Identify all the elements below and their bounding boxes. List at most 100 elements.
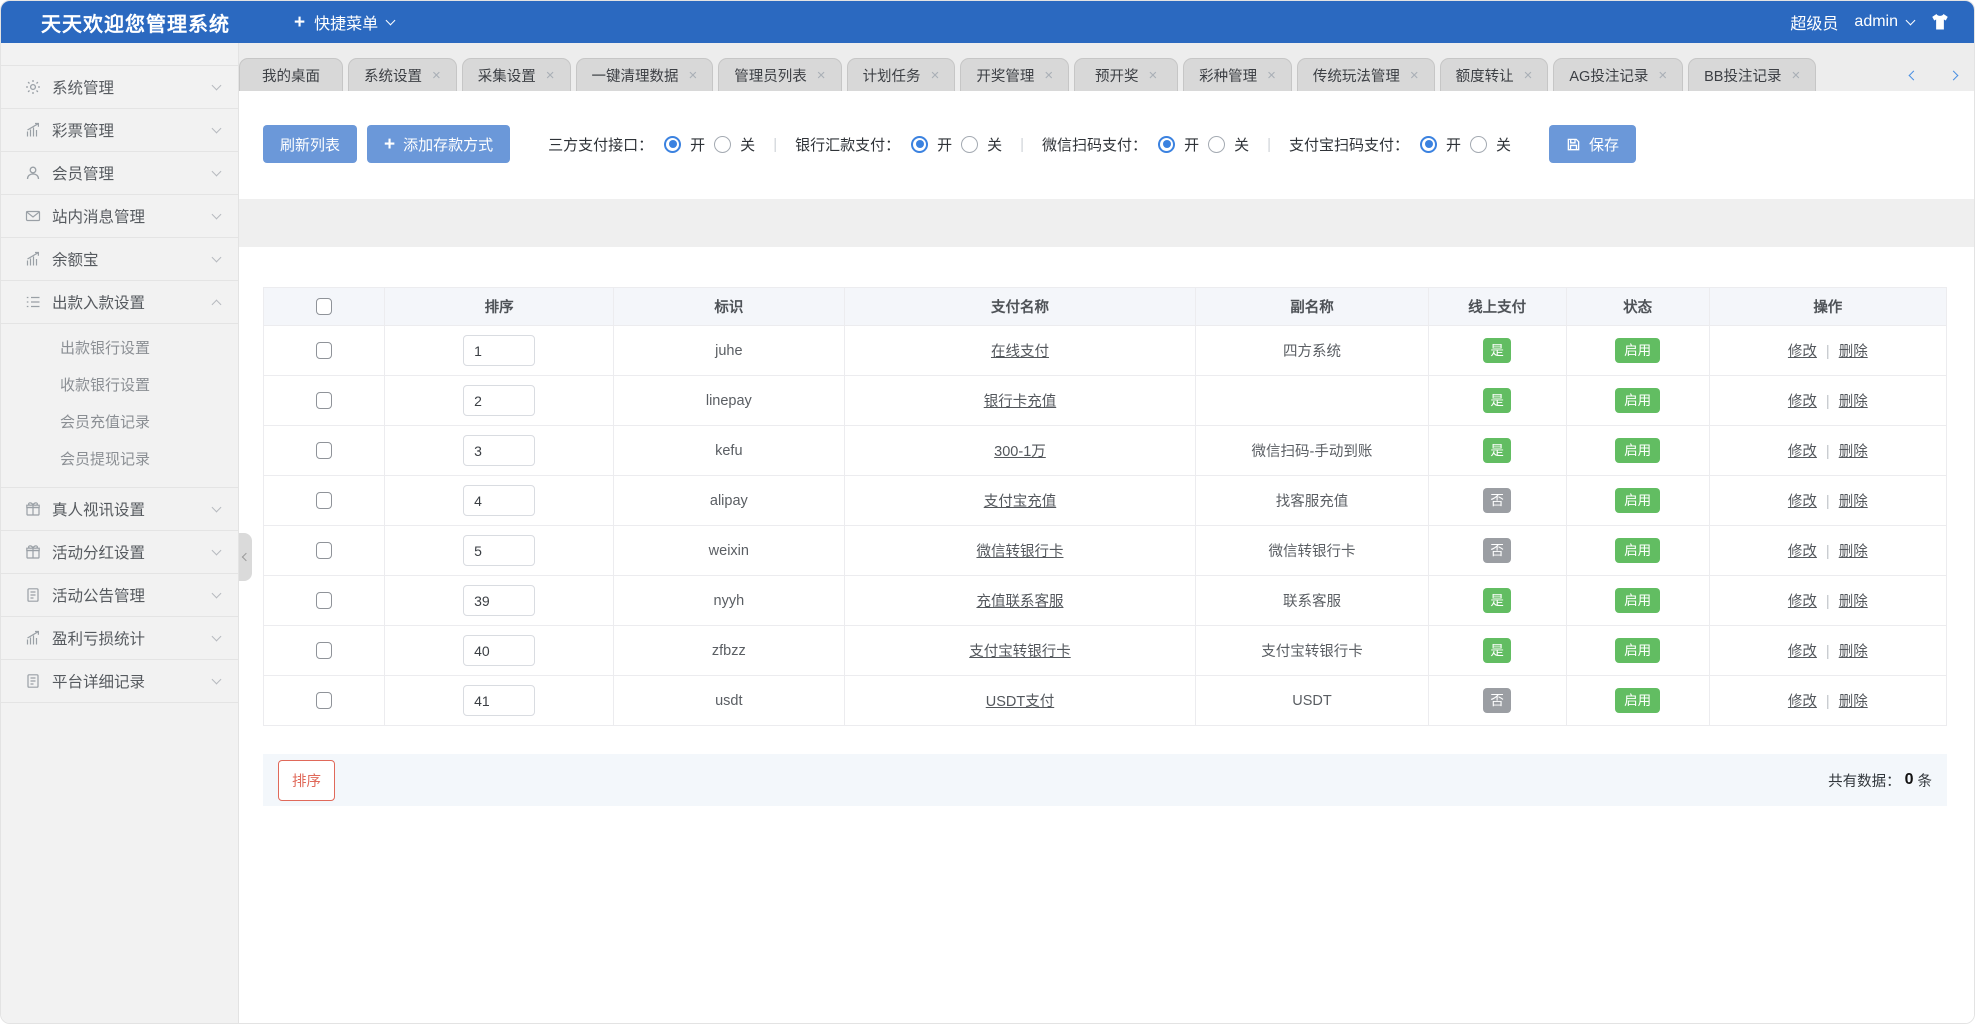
radio-on[interactable] xyxy=(1158,136,1175,153)
sort-input[interactable] xyxy=(463,335,535,366)
tab-close-icon[interactable]: × xyxy=(1410,68,1419,83)
sidebar-subitem[interactable]: 收款银行设置 xyxy=(1,366,238,403)
row-checkbox[interactable] xyxy=(316,542,332,559)
delete-link[interactable]: 删除 xyxy=(1839,394,1868,410)
quick-menu-button[interactable]: + 快捷菜单 xyxy=(294,10,394,34)
row-checkbox[interactable] xyxy=(316,342,332,359)
sidebar-item[interactable]: 出款入款设置 xyxy=(1,281,238,324)
tab[interactable]: 系统设置× xyxy=(348,58,457,91)
add-deposit-method-button[interactable]: + 添加存款方式 xyxy=(367,125,510,163)
row-checkbox[interactable] xyxy=(316,492,332,509)
tab[interactable]: 彩种管理× xyxy=(1183,58,1292,91)
sidebar-item[interactable]: 站内消息管理 xyxy=(1,195,238,238)
sidebar-subitem[interactable]: 出款银行设置 xyxy=(1,329,238,366)
tab[interactable]: 开奖管理× xyxy=(960,58,1069,91)
tab[interactable]: AG投注记录× xyxy=(1553,58,1683,91)
refresh-list-button[interactable]: 刷新列表 xyxy=(263,125,357,163)
sidebar-subitem[interactable]: 会员充值记录 xyxy=(1,403,238,440)
radio-on[interactable] xyxy=(1420,136,1437,153)
radio-off[interactable] xyxy=(1208,136,1225,153)
row-checkbox[interactable] xyxy=(316,692,332,709)
sort-input[interactable] xyxy=(463,635,535,666)
tab[interactable]: 管理员列表× xyxy=(718,58,841,91)
tab[interactable]: 传统玩法管理× xyxy=(1297,58,1435,91)
radio-on[interactable] xyxy=(664,136,681,153)
sort-input[interactable] xyxy=(463,385,535,416)
sort-button[interactable]: 排序 xyxy=(278,760,335,801)
row-checkbox[interactable] xyxy=(316,642,332,659)
sidebar-subitem[interactable]: 会员提现记录 xyxy=(1,440,238,477)
sort-input[interactable] xyxy=(463,485,535,516)
pay-name-link[interactable]: 银行卡充值 xyxy=(984,394,1057,410)
edit-link[interactable]: 修改 xyxy=(1788,644,1817,660)
sidebar-item[interactable]: 彩票管理 xyxy=(1,109,238,152)
sidebar-item[interactable]: 真人视讯设置 xyxy=(1,488,238,531)
edit-link[interactable]: 修改 xyxy=(1788,544,1817,560)
sidebar-item[interactable]: 会员管理 xyxy=(1,152,238,195)
sort-input[interactable] xyxy=(463,435,535,466)
delete-link[interactable]: 删除 xyxy=(1839,544,1868,560)
sidebar-item[interactable]: 系统管理 xyxy=(1,66,238,109)
pay-name-link[interactable]: 支付宝充值 xyxy=(984,494,1057,510)
tab-close-icon[interactable]: × xyxy=(817,68,826,83)
pay-name-link[interactable]: 在线支付 xyxy=(991,344,1049,360)
tab-close-icon[interactable]: × xyxy=(931,68,940,83)
tab-close-icon[interactable]: × xyxy=(689,68,698,83)
tab[interactable]: BB投注记录× xyxy=(1688,58,1816,91)
sidebar-collapse-handle[interactable] xyxy=(239,533,252,581)
sidebar-item[interactable]: 活动公告管理 xyxy=(1,574,238,617)
edit-link[interactable]: 修改 xyxy=(1788,594,1817,610)
tab[interactable]: 计划任务× xyxy=(847,58,956,91)
tab[interactable]: 一键清理数据× xyxy=(576,58,714,91)
row-checkbox[interactable] xyxy=(316,442,332,459)
tab[interactable]: 额度转让× xyxy=(1440,58,1549,91)
edit-link[interactable]: 修改 xyxy=(1788,394,1817,410)
edit-link[interactable]: 修改 xyxy=(1788,494,1817,510)
tab-close-icon[interactable]: × xyxy=(1524,68,1533,83)
radio-off[interactable] xyxy=(1470,136,1487,153)
edit-link[interactable]: 修改 xyxy=(1788,344,1817,360)
tab-close-icon[interactable]: × xyxy=(432,68,441,83)
sidebar-item[interactable]: 盈利亏损统计 xyxy=(1,617,238,660)
delete-link[interactable]: 删除 xyxy=(1839,344,1868,360)
tab-close-icon[interactable]: × xyxy=(1267,68,1276,83)
sidebar-item[interactable]: 平台详细记录 xyxy=(1,660,238,703)
row-checkbox[interactable] xyxy=(316,392,332,409)
radio-off[interactable] xyxy=(961,136,978,153)
save-button[interactable]: 保存 xyxy=(1549,125,1636,163)
delete-link[interactable]: 删除 xyxy=(1839,444,1868,460)
tab[interactable]: 我的桌面 xyxy=(239,58,343,91)
tab-close-icon[interactable]: × xyxy=(1658,68,1667,83)
sidebar-item[interactable]: 活动分红设置 xyxy=(1,531,238,574)
tab-scroll-right-button[interactable] xyxy=(1944,66,1962,84)
tab-close-icon[interactable]: × xyxy=(1791,68,1800,83)
pay-name-link[interactable]: 300-1万 xyxy=(994,444,1046,460)
delete-link[interactable]: 删除 xyxy=(1839,644,1868,660)
edit-link[interactable]: 修改 xyxy=(1788,444,1817,460)
tab-close-icon[interactable]: × xyxy=(1044,68,1053,83)
delete-link[interactable]: 删除 xyxy=(1839,694,1868,710)
radio-on[interactable] xyxy=(911,136,928,153)
sort-input[interactable] xyxy=(463,685,535,716)
edit-link[interactable]: 修改 xyxy=(1788,694,1817,710)
sort-input[interactable] xyxy=(463,585,535,616)
radio-off[interactable] xyxy=(714,136,731,153)
pay-name-link[interactable]: USDT支付 xyxy=(986,694,1054,710)
delete-link[interactable]: 删除 xyxy=(1839,494,1868,510)
chevron-down-icon xyxy=(212,546,222,556)
sort-input[interactable] xyxy=(463,535,535,566)
row-checkbox[interactable] xyxy=(316,592,332,609)
tab-close-icon[interactable]: × xyxy=(1148,68,1157,83)
tab-close-icon[interactable]: × xyxy=(546,68,555,83)
delete-link[interactable]: 删除 xyxy=(1839,594,1868,610)
theme-shirt-icon[interactable] xyxy=(1930,12,1950,32)
tab-scroll-left-button[interactable] xyxy=(1904,66,1922,84)
pay-name-link[interactable]: 充值联系客服 xyxy=(976,594,1063,610)
select-all-checkbox[interactable] xyxy=(316,298,332,315)
user-menu[interactable]: admin xyxy=(1854,13,1914,31)
tab[interactable]: 采集设置× xyxy=(462,58,571,91)
pay-name-link[interactable]: 微信转银行卡 xyxy=(976,544,1063,560)
sidebar-item[interactable]: 余额宝 xyxy=(1,238,238,281)
tab[interactable]: 预开奖× xyxy=(1074,58,1178,91)
pay-name-link[interactable]: 支付宝转银行卡 xyxy=(969,644,1071,660)
